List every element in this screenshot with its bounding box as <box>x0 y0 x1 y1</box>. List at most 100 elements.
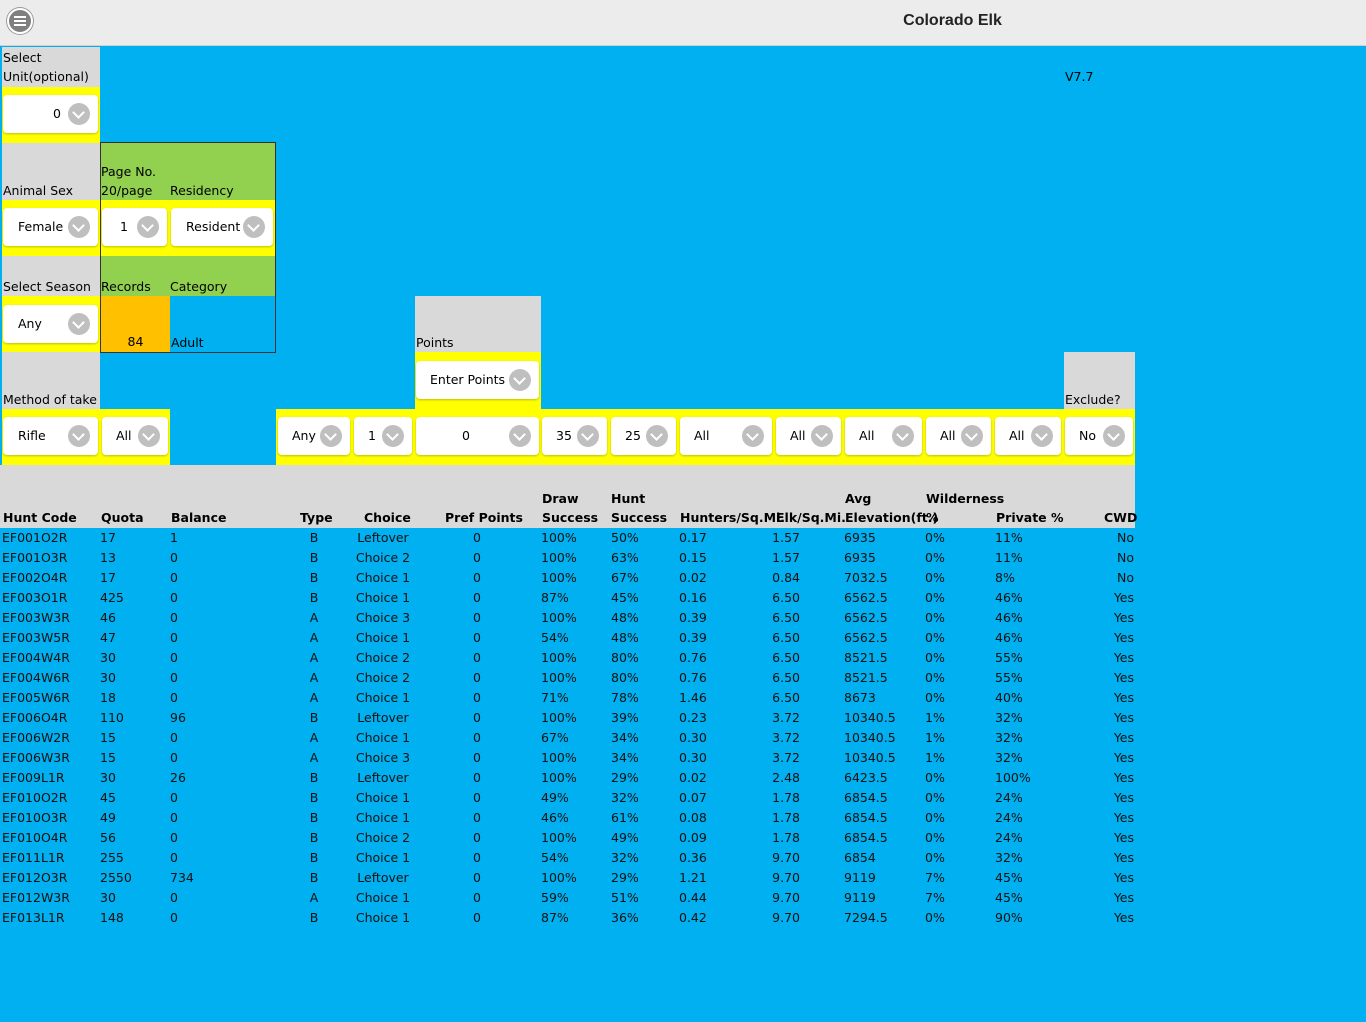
cell-private: 46% <box>995 610 1023 625</box>
cell-hunt-code: EF006W3R <box>2 750 70 765</box>
col-avg-elev-2: Elevation(ft.) <box>845 510 939 525</box>
cell-draw-success: 67% <box>541 730 569 745</box>
hamburger-menu-icon[interactable] <box>7 8 33 34</box>
cell-draw-success: 100% <box>541 610 577 625</box>
col-avg-elev-1: Avg <box>845 491 872 506</box>
type-filter-dropdown[interactable]: Any <box>278 417 350 455</box>
cell-hunters-sqmi: 0.30 <box>679 730 707 745</box>
cell-quota: 2550 <box>100 870 132 885</box>
cell-hunt-code: EF001O3R <box>2 550 68 565</box>
cell-hunt-code: EF006W2R <box>2 730 70 745</box>
cell-avg-elevation: 6562.5 <box>844 590 888 605</box>
table-row: EF013L1R 148 0 B Choice 1 0 87% 36% 0.42 9.70 7294… <box>0 908 1140 928</box>
cell-hunters-sqmi: 0.09 <box>679 830 707 845</box>
cell-hunt-code: EF001O2R <box>2 530 68 545</box>
unit-dropdown[interactable]: 0 <box>3 95 98 133</box>
cell-pref-points: 0 <box>473 570 481 585</box>
cell-pref-points: 0 <box>473 910 481 925</box>
draw-success-filter-dropdown[interactable]: 35 <box>542 417 607 455</box>
cell-choice: Leftover <box>357 530 409 545</box>
cell-elk-sqmi: 6.50 <box>772 630 800 645</box>
cell-balance: 0 <box>170 550 178 565</box>
cell-hunt-code: EF003W5R <box>2 630 70 645</box>
cell-private: 46% <box>995 630 1023 645</box>
hunt-success-filter-dropdown[interactable]: 25 <box>611 417 676 455</box>
cell-pref-points: 0 <box>473 550 481 565</box>
app-title: Colorado Elk <box>903 12 1002 29</box>
cell-hunters-sqmi: 0.17 <box>679 530 707 545</box>
elevation-filter-dropdown[interactable]: All <box>845 417 922 455</box>
cell-cwd: Yes <box>1113 710 1134 725</box>
cell-draw-success: 100% <box>541 530 577 545</box>
method-sub-dropdown[interactable]: All <box>102 417 168 455</box>
private-filter-dropdown[interactable]: All <box>995 417 1061 455</box>
cell-cwd: Yes <box>1113 750 1134 765</box>
cell-avg-elevation: 6935 <box>844 530 876 545</box>
col-elk-sqmi: Elk/Sq.Mi. <box>776 510 846 525</box>
cell-quota: 17 <box>100 530 116 545</box>
table-row: EF006W2R 15 0 A Choice 1 0 67% 34% 0.30 3.72 10340… <box>0 728 1140 748</box>
cell-cwd: Yes <box>1113 650 1134 665</box>
cell-hunt-code: EF003O1R <box>2 590 68 605</box>
method-dropdown[interactable]: Rifle <box>3 417 98 455</box>
cell-cwd: No <box>1117 570 1134 585</box>
version-label: V7.7 <box>1065 69 1094 84</box>
cell-choice: Choice 1 <box>355 730 411 745</box>
points-dropdown[interactable]: Enter Points <box>416 361 539 399</box>
cell-choice: Choice 1 <box>355 910 411 925</box>
col-draw-success-1: Draw <box>542 491 579 506</box>
cell-quota: 56 <box>100 830 116 845</box>
cell-avg-elevation: 6854.5 <box>844 830 888 845</box>
table-row: EF004W4R 30 0 A Choice 2 0 100% 80% 0.76 6.50 8521… <box>0 648 1140 668</box>
table-row: EF006W3R 15 0 A Choice 3 0 100% 34% 0.30 3.72 1034… <box>0 748 1140 768</box>
chevron-down-icon <box>68 216 90 238</box>
cell-wilderness: 0% <box>925 550 945 565</box>
cell-cwd: Yes <box>1113 850 1134 865</box>
cell-hunters-sqmi: 1.21 <box>679 870 707 885</box>
cell-pref-points: 0 <box>473 610 481 625</box>
cell-avg-elevation: 6562.5 <box>844 610 888 625</box>
wilderness-filter-dropdown[interactable]: All <box>926 417 991 455</box>
cell-wilderness: 7% <box>925 890 945 905</box>
season-dropdown[interactable]: Any <box>3 305 98 343</box>
cell-hunt-success: 48% <box>611 610 639 625</box>
cell-hunt-success: 78% <box>611 690 639 705</box>
cell-wilderness: 0% <box>925 850 945 865</box>
choice-filter-dropdown[interactable]: 1 <box>354 417 412 455</box>
elk-sqmi-filter-dropdown[interactable]: All <box>776 417 841 455</box>
exclude-dropdown[interactable]: No <box>1065 417 1133 455</box>
animal-sex-dropdown[interactable]: Female <box>3 208 98 246</box>
cell-hunters-sqmi: 0.16 <box>679 590 707 605</box>
chevron-down-icon <box>243 216 265 238</box>
col-cwd: CWD <box>1104 510 1138 525</box>
cell-hunters-sqmi: 0.39 <box>679 610 707 625</box>
hunters-sqmi-filter-dropdown[interactable]: All <box>680 417 772 455</box>
residency-dropdown[interactable]: Resident <box>171 208 273 246</box>
page-no-dropdown[interactable]: 1 <box>102 208 167 246</box>
cell-quota: 148 <box>100 910 124 925</box>
cell-draw-success: 100% <box>541 550 577 565</box>
col-balance: Balance <box>171 510 227 525</box>
cell-balance: 0 <box>170 570 178 585</box>
cell-private: 24% <box>995 790 1023 805</box>
cell-avg-elevation: 6854 <box>844 850 876 865</box>
cell-hunters-sqmi: 0.44 <box>679 890 707 905</box>
cell-private: 45% <box>995 870 1023 885</box>
method-sub-value: All <box>116 428 132 443</box>
cell-hunters-sqmi: 0.76 <box>679 670 707 685</box>
chevron-down-icon <box>509 425 531 447</box>
chevron-down-icon <box>811 425 833 447</box>
cell-quota: 49 <box>100 810 116 825</box>
cell-pref-points: 0 <box>473 790 481 805</box>
chevron-down-icon <box>68 103 90 125</box>
cell-type: B <box>309 530 319 545</box>
chevron-down-icon <box>382 425 404 447</box>
cell-private: 11% <box>995 550 1023 565</box>
cell-quota: 46 <box>100 610 116 625</box>
wilderness-filter-value: All <box>940 428 956 443</box>
records-category-header: Records Category <box>101 256 275 296</box>
pref-points-filter-dropdown[interactable]: 0 <box>416 417 539 455</box>
cell-draw-success: 100% <box>541 770 577 785</box>
cell-hunt-success: 32% <box>611 850 639 865</box>
cell-pref-points: 0 <box>473 830 481 845</box>
